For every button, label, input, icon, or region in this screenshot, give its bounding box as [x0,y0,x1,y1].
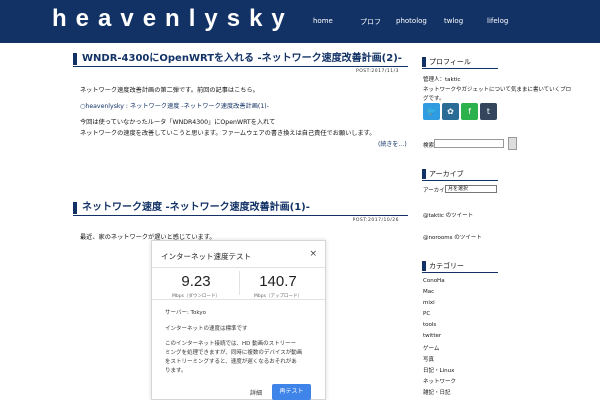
category-link[interactable]: mixi [423,300,435,306]
desc-text: ミングを処理できますが、同時に複数のデバイスが動画 [165,350,303,356]
search-input[interactable] [434,139,504,148]
profile-text: グです。 [423,96,445,102]
post-divider [73,215,408,216]
twitter-link[interactable]: @taktic のツイート [423,211,473,219]
site-header: heavenlysky home プロフ photolog twlog life… [0,0,600,43]
profile-text: ネットワークやガジェットについて気ままに書いていくブロ [423,87,572,93]
flickr-icon[interactable]: ✿ [442,103,459,120]
site-logo[interactable]: heavenlysky [52,6,294,32]
category-link[interactable]: tools [423,322,436,328]
nav-lifelog[interactable]: lifelog [487,17,508,25]
sidebar-divider [422,272,498,273]
post-text: 今回は使っていなかったルータ「WNDR4300」にOpenWRTを入れて [80,119,276,126]
sidebar-divider [422,180,498,181]
post-text: ネットワーク速度改善計画の第二弾です。前回の記事はこちら。 [80,87,259,94]
divider [152,299,325,300]
sidebar-heading-categories: カテゴリー [422,261,498,271]
profile-text: 管理人：taktic [423,77,461,83]
sidebar-heading-profile: プロフィール [422,57,498,67]
twitter-icon[interactable]: 🐦 [423,103,440,120]
nav-home[interactable]: home [313,17,333,25]
category-link[interactable]: ゲーム [423,344,439,352]
post-title[interactable]: WNDR-4300にOpenWRTを入れる -ネットワーク速度改善計画(2)- [73,53,402,65]
nav-twlog[interactable]: twlog [444,17,463,25]
desc-text: ります。 [165,368,187,374]
category-link[interactable]: twitter [423,333,441,339]
twitter-link[interactable]: @norooms のツイート [423,233,482,241]
post-title[interactable]: ネットワーク速度 -ネットワーク速度改善計画(1)- [73,202,310,214]
desc-text: このインターネット接続では、HD 動画のストリーー [165,341,297,347]
category-link[interactable]: Mac [423,289,434,295]
post-divider [73,66,408,67]
read-more-link[interactable]: (続きを…) [378,139,407,148]
post-date: POST:2017/10/26 [352,218,399,223]
category-link[interactable]: 雑記・日記 [423,388,451,396]
search-button[interactable] [508,137,517,150]
upload-value: 140.7 [259,273,297,290]
metric-divider [239,271,240,295]
download-value: 9.23 [181,273,211,290]
sidebar-heading-archive: アーカイブ [422,169,498,179]
server-text: サーバー: Tokyo [165,310,206,316]
nav-photolog[interactable]: photolog [396,17,427,25]
nav-profile[interactable]: プロフ [360,17,381,27]
speedtest-title: インターネット速度テスト [161,252,251,261]
category-link[interactable]: 日記・Linux [423,366,454,374]
category-link[interactable]: ネットワーク [423,377,456,385]
status-text: インターネットの速度は標準です [165,326,248,332]
speedtest-card: インターネット速度テスト × 9.23 Mbps（ダウンロード） 140.7 M… [151,240,326,400]
feedly-icon[interactable]: f [461,103,478,120]
sidebar-divider [422,68,498,69]
upload-metric: 140.7 Mbps（アップロード） [248,273,308,299]
close-icon[interactable]: × [309,249,317,259]
archive-select[interactable]: 月を選択 [445,185,497,193]
retest-button[interactable]: 再テスト [272,384,311,400]
post-link[interactable]: ○heavenlysky : ネットワーク速度 -ネットワーク速度改善計画(1)… [80,101,269,110]
post-date: POST:2017/11/3 [356,69,399,74]
tumblr-icon[interactable]: t [480,103,497,120]
divider [152,267,325,268]
category-link[interactable]: ConoHa [423,278,445,284]
post-text: ネットワークの速度を改善していこうと思います。ファームウェアの書き換えは自己責任… [80,130,376,137]
download-metric: 9.23 Mbps（ダウンロード） [166,273,226,299]
details-button[interactable]: 詳細 [250,388,262,397]
category-link[interactable]: PC [423,311,430,317]
desc-text: をストリーミングすると、速度が遅くなるおそれがあ [165,359,297,365]
category-link[interactable]: 写真 [423,355,434,363]
